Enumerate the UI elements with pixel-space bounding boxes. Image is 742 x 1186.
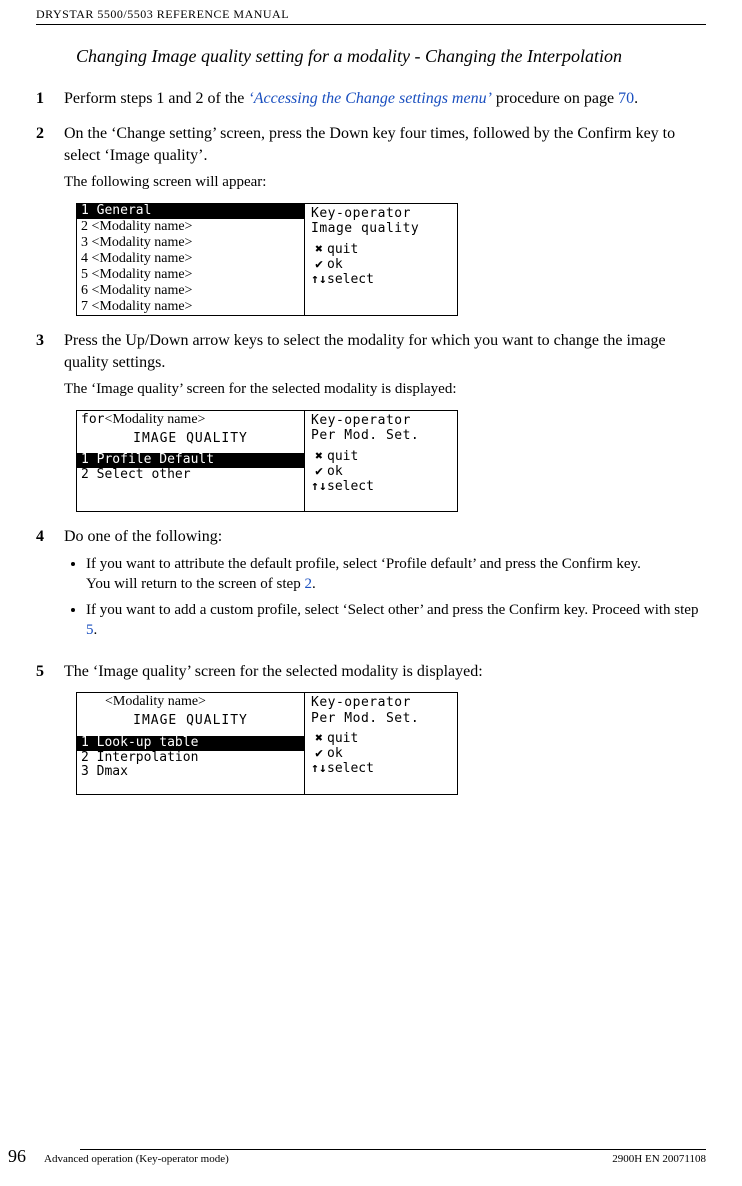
- lcd-row: 3 <Modality name>: [77, 235, 304, 251]
- step-1: 1 Perform steps 1 and 2 of the ‘Accessin…: [36, 88, 706, 110]
- quit-icon: ✖: [311, 450, 327, 465]
- lcd-header: Per Mod. Set.: [311, 428, 451, 444]
- ok-icon: ✔: [311, 747, 327, 762]
- bullet-text: .: [94, 622, 98, 638]
- lcd-screen-image-quality-profile: for<Modality name> IMAGE QUALITY 1 Profi…: [76, 410, 458, 512]
- step-number: 5: [36, 661, 64, 683]
- bullet-item: If you want to attribute the default pro…: [86, 554, 706, 595]
- step-text: procedure on page: [492, 90, 618, 107]
- lcd-header: Key-operator: [311, 206, 451, 222]
- select-icon: ↑↓: [311, 480, 327, 495]
- lcd-header: Key-operator: [311, 695, 451, 711]
- ok-icon: ✔: [311, 258, 327, 273]
- lcd-quit-label: quit: [327, 242, 358, 257]
- bullet-text: .: [312, 576, 316, 592]
- bullet-text: You will return to the screen of step: [86, 576, 304, 592]
- step-text: .: [634, 90, 638, 107]
- lcd-header: Image quality: [311, 221, 451, 237]
- step-number: 3: [36, 330, 64, 399]
- page-footer: 96 Advanced operation (Key-operator mode…: [0, 1144, 742, 1168]
- step-subtext: The following screen will appear:: [64, 172, 706, 192]
- select-icon: ↑↓: [311, 273, 327, 288]
- lcd-row-selected: 1 General: [77, 204, 304, 219]
- lcd-modality-name: <Modality name>: [104, 411, 205, 430]
- footer-left-text: Advanced operation (Key-operator mode): [44, 1152, 612, 1167]
- quit-icon: ✖: [311, 243, 327, 258]
- lcd-ok-label: ok: [327, 257, 343, 272]
- lcd-screen-image-quality-options: <Modality name> IMAGE QUALITY 1 Look-up …: [76, 692, 458, 795]
- lcd-select-label: select: [327, 479, 374, 494]
- lcd-ok-label: ok: [327, 746, 343, 761]
- step-text: Do one of the following:: [64, 526, 706, 548]
- select-icon: ↑↓: [311, 762, 327, 777]
- lcd-quit-label: quit: [327, 449, 358, 464]
- step-number: 4: [36, 526, 64, 647]
- bullet-item: If you want to add a custom profile, sel…: [86, 600, 706, 641]
- bullet-text: If you want to add a custom profile, sel…: [86, 602, 698, 618]
- lcd-modality-name: <Modality name>: [105, 693, 206, 712]
- page-number: 96: [0, 1144, 44, 1168]
- step-text: Press the Up/Down arrow keys to select t…: [64, 330, 706, 373]
- step-text: On the ‘Change setting’ screen, press th…: [64, 123, 706, 166]
- link-step-2[interactable]: 2: [304, 576, 312, 592]
- lcd-header: Key-operator: [311, 413, 451, 429]
- lcd-select-label: select: [327, 272, 374, 287]
- step-4: 4 Do one of the following: If you want t…: [36, 526, 706, 647]
- step-2: 2 On the ‘Change setting’ screen, press …: [36, 123, 706, 192]
- section-title: Changing Image quality setting for a mod…: [76, 45, 706, 68]
- footer-right-text: 2900H EN 20071108: [612, 1152, 706, 1167]
- lcd-row: 6 <Modality name>: [77, 283, 304, 299]
- lcd-row: 2 <Modality name>: [77, 219, 304, 235]
- lcd-row: 7 <Modality name>: [77, 299, 304, 315]
- step-5: 5 The ‘Image quality’ screen for the sel…: [36, 661, 706, 683]
- step-text: The ‘Image quality’ screen for the selec…: [64, 661, 706, 683]
- running-head: DRYSTAR 5500/5503 REFERENCE MANUAL: [36, 0, 706, 25]
- lcd-row: 4 <Modality name>: [77, 251, 304, 267]
- lcd-row: 2 Interpolation: [77, 751, 304, 766]
- lcd-row: 3 Dmax: [77, 765, 304, 780]
- lcd-row: 2 Select other: [77, 468, 304, 483]
- lcd-title: IMAGE QUALITY: [77, 712, 304, 730]
- lcd-row: 5 <Modality name>: [77, 267, 304, 283]
- ok-icon: ✔: [311, 465, 327, 480]
- lcd-header: Per Mod. Set.: [311, 711, 451, 727]
- lcd-select-label: select: [327, 761, 374, 776]
- step-subtext: The ‘Image quality’ screen for the selec…: [64, 379, 706, 399]
- step-3: 3 Press the Up/Down arrow keys to select…: [36, 330, 706, 399]
- lcd-row-selected: 1 Profile Default: [77, 453, 304, 468]
- lcd-for-label: for: [77, 411, 104, 430]
- link-step-5[interactable]: 5: [86, 622, 94, 638]
- step-number: 2: [36, 123, 64, 192]
- lcd-screen-modality-list: 1 General 2 <Modality name> 3 <Modality …: [76, 203, 458, 317]
- lcd-title: IMAGE QUALITY: [77, 430, 304, 448]
- lcd-ok-label: ok: [327, 464, 343, 479]
- quit-icon: ✖: [311, 732, 327, 747]
- link-page-70[interactable]: 70: [618, 90, 634, 107]
- link-accessing-change-settings[interactable]: ‘Accessing the Change settings menu’: [248, 90, 492, 107]
- bullet-text: If you want to attribute the default pro…: [86, 556, 641, 572]
- step-text: Perform steps 1 and 2 of the: [64, 90, 248, 107]
- lcd-quit-label: quit: [327, 731, 358, 746]
- lcd-row-selected: 1 Look-up table: [77, 736, 304, 751]
- step-number: 1: [36, 88, 64, 110]
